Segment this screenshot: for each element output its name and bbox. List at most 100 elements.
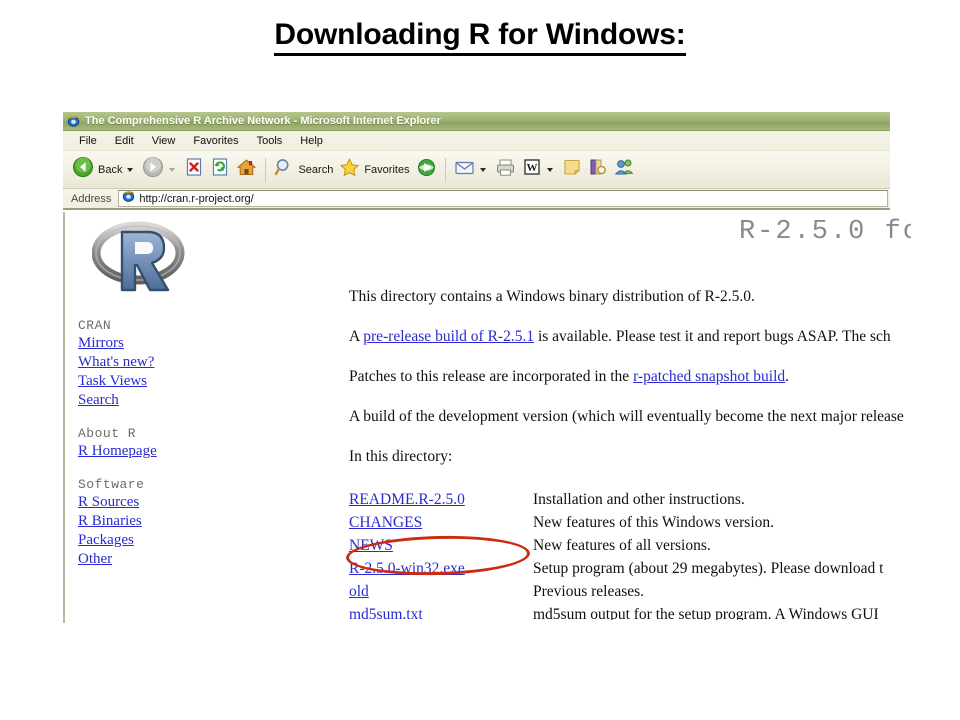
browser-titlebar: The Comprehensive R Archive Network - Mi…	[63, 112, 890, 131]
address-url-text: http://cran.r-project.org/	[139, 192, 254, 205]
menu-item-help[interactable]: Help	[291, 134, 332, 148]
viewport-bottom-clip	[65, 620, 911, 623]
edit-with-word-button[interactable]: W	[519, 155, 559, 185]
paragraph-text: This directory contains a Windows binary…	[349, 287, 755, 305]
stop-icon	[184, 157, 204, 182]
forward-button[interactable]	[139, 155, 181, 185]
paragraph-text-before: Patches to this release are incorporated…	[349, 367, 634, 385]
file-description: New features of all versions.	[533, 536, 711, 554]
paragraph-text-after: .	[785, 367, 790, 385]
refresh-button[interactable]	[207, 155, 233, 185]
toolbar-separator-2	[444, 157, 446, 182]
browser-addressbar: Address http://cran.r-project.org/	[63, 189, 890, 210]
table-row: README.R-2.5.0 Installation and other in…	[349, 488, 911, 511]
research-button[interactable]	[585, 155, 611, 185]
sidebar-item-other[interactable]: Other	[78, 550, 278, 569]
notes-button[interactable]	[559, 155, 585, 185]
print-button[interactable]	[492, 155, 519, 185]
back-dropdown-icon[interactable]	[127, 167, 134, 172]
sidebar-header-software: Software	[78, 477, 145, 492]
toolbar-separator	[265, 157, 267, 182]
browser-toolbar: Back Search Favorites W	[63, 151, 890, 189]
file-link-old[interactable]: old	[349, 580, 533, 603]
mail-button[interactable]	[451, 155, 492, 185]
sidebar-header-cran: CRAN	[78, 318, 112, 333]
favorites-button[interactable]: Favorites	[336, 155, 412, 185]
home-button[interactable]	[233, 155, 260, 185]
page-viewport: R-2.5.0 fo CRAN Mirrors What's new? Task…	[63, 212, 911, 623]
favorites-star-icon	[339, 157, 360, 183]
menu-item-favorites[interactable]: Favorites	[184, 134, 247, 148]
sidebar-header-about-r: About R	[78, 426, 137, 441]
page-title: Downloading R for Windows:	[0, 18, 960, 56]
address-label: Address	[71, 192, 112, 205]
messenger-button[interactable]	[611, 155, 638, 185]
table-row: old Previous releases.	[349, 580, 911, 603]
stop-button[interactable]	[181, 155, 207, 185]
notes-icon	[562, 157, 582, 182]
browser-window-title: The Comprehensive R Archive Network - Mi…	[85, 115, 441, 127]
paragraph-directory-contains: This directory contains a Windows binary…	[349, 288, 911, 305]
link-pre-release-build[interactable]: pre-release build of R-2.5.1	[363, 328, 534, 345]
refresh-icon	[210, 157, 230, 182]
forward-arrow-icon	[142, 156, 164, 183]
page-main-content: This directory contains a Windows binary…	[349, 272, 911, 623]
menu-item-file[interactable]: File	[70, 134, 106, 148]
search-button-label: Search	[298, 163, 334, 176]
file-description: Setup program (about 29 megabytes). Plea…	[533, 559, 884, 577]
menu-item-tools[interactable]: Tools	[248, 134, 292, 148]
menu-item-edit[interactable]: Edit	[106, 134, 143, 148]
print-icon	[495, 157, 516, 183]
media-button[interactable]	[413, 155, 440, 185]
menu-item-view[interactable]: View	[143, 134, 185, 148]
back-arrow-icon	[72, 156, 94, 183]
sidebar-item-r-binaries[interactable]: R Binaries	[78, 512, 278, 531]
back-button[interactable]: Back	[69, 155, 139, 185]
favorites-button-label: Favorites	[364, 163, 410, 176]
page-title-text: Downloading R for Windows:	[274, 18, 686, 56]
mail-icon	[454, 157, 475, 183]
paragraph-in-this-directory: In this directory:	[349, 448, 911, 465]
file-listing-table: README.R-2.5.0 Installation and other in…	[349, 488, 911, 624]
sidebar-item-search[interactable]: Search	[78, 391, 278, 410]
table-row: R-2.5.0-win32.exe Setup program (about 2…	[349, 557, 911, 580]
back-button-label: Back	[98, 163, 123, 176]
browser-screenshot: The Comprehensive R Archive Network - Mi…	[63, 112, 911, 623]
link-r-patched-snapshot[interactable]: r-patched snapshot build	[633, 368, 785, 385]
file-link-news[interactable]: NEWS	[349, 534, 533, 557]
file-description: New features of this Windows version.	[533, 513, 775, 531]
research-icon	[588, 157, 608, 182]
mail-dropdown-icon[interactable]	[479, 167, 486, 172]
paragraph-pre-release: A pre-release build of R-2.5.1 is availa…	[349, 328, 911, 345]
address-input[interactable]: http://cran.r-project.org/	[118, 190, 888, 207]
word-dropdown-icon[interactable]	[546, 167, 553, 172]
page-sidebar: CRAN Mirrors What's new? Task Views Sear…	[78, 220, 278, 569]
paragraph-patches: Patches to this release are incorporated…	[349, 368, 911, 385]
file-link-r-win32-exe[interactable]: R-2.5.0-win32.exe	[349, 557, 533, 580]
slide: Downloading R for Windows: The Comprehen…	[0, 0, 960, 720]
edit-with-word-icon: W	[522, 157, 542, 182]
file-link-changes[interactable]: CHANGES	[349, 511, 533, 534]
messenger-icon	[614, 157, 635, 183]
file-link-readme[interactable]: README.R-2.5.0	[349, 488, 533, 511]
browser-menubar: File Edit View Favorites Tools Help	[63, 131, 890, 151]
media-icon	[416, 157, 437, 183]
paragraph-text: A build of the development version (whic…	[349, 407, 904, 425]
sidebar-item-r-sources[interactable]: R Sources	[78, 493, 278, 512]
sidebar-item-r-homepage[interactable]: R Homepage	[78, 442, 278, 461]
paragraph-development-version: A build of the development version (whic…	[349, 408, 911, 425]
paragraph-text-after: is available. Please test it and report …	[534, 327, 891, 345]
paragraph-text-before: A	[349, 327, 364, 345]
file-description: Previous releases.	[533, 582, 645, 600]
sidebar-item-packages[interactable]: Packages	[78, 531, 278, 550]
table-row: CHANGES New features of this Windows ver…	[349, 511, 911, 534]
browser-chrome: The Comprehensive R Archive Network - Mi…	[63, 112, 890, 210]
sidebar-item-mirrors[interactable]: Mirrors	[78, 334, 278, 353]
page-heading: R-2.5.0 fo	[738, 217, 911, 247]
forward-dropdown-icon[interactable]	[169, 167, 176, 172]
sidebar-item-task-views[interactable]: Task Views	[78, 372, 278, 391]
paragraph-text: In this directory:	[349, 447, 453, 465]
r-project-logo	[91, 220, 188, 298]
sidebar-item-whats-new[interactable]: What's new?	[78, 353, 278, 372]
search-button[interactable]: Search	[271, 155, 336, 185]
